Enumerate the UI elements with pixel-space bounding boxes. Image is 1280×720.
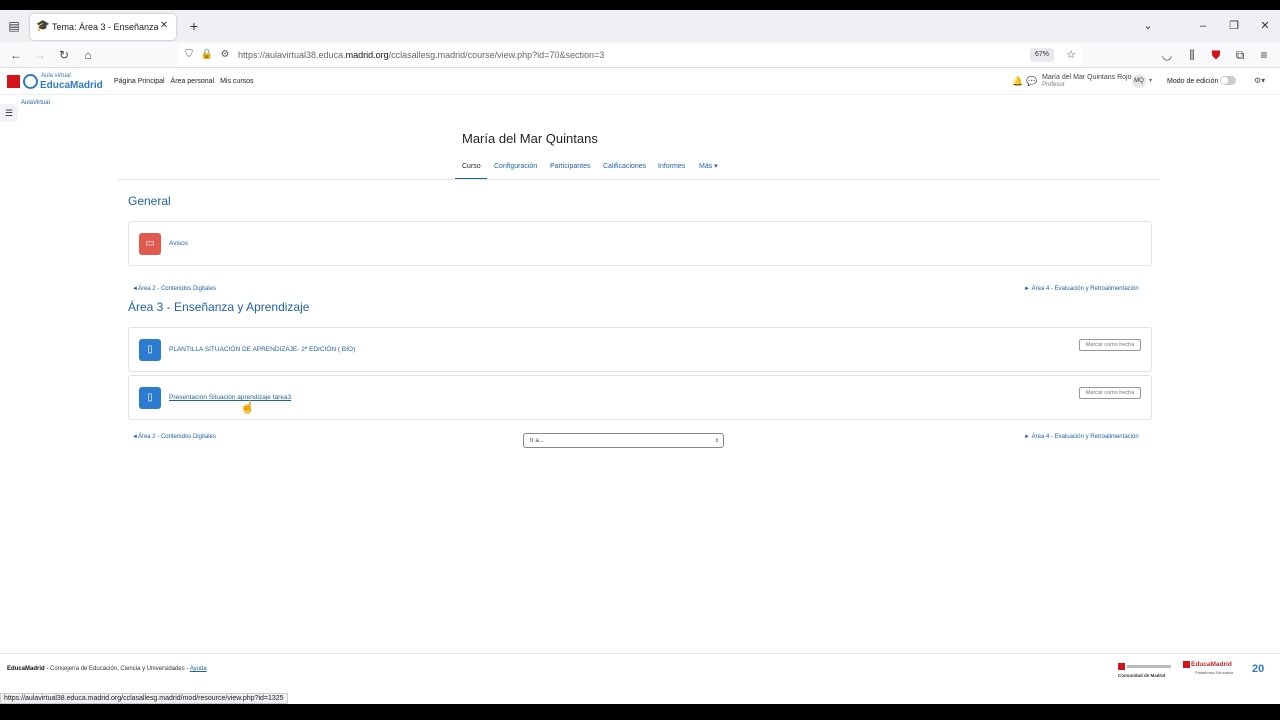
logo-decoration xyxy=(1127,665,1171,668)
educamadrid-logo[interactable]: Aula virtual EducaMadrid xyxy=(7,73,103,91)
library-icon[interactable]: ⫼ xyxy=(1183,46,1201,64)
close-window-icon[interactable]: ✕ xyxy=(1257,18,1273,34)
browser-toolbar: ← → ↻ ⌂ ⛉ 🔒 ⚙ https://aulavirtual38.educ… xyxy=(0,42,1280,68)
jump-to-select[interactable]: Ir a... ⇕ xyxy=(523,433,724,448)
educamadrid-footer-logo[interactable]: EducaMadrid Plataforma Educativa xyxy=(1183,661,1243,679)
activity-card-avisos: ▭ Avisos xyxy=(128,221,1152,266)
edit-mode-label: Modo de edición xyxy=(1167,78,1219,85)
activity-card: ▯ Presentación Situación aprendizaje tar… xyxy=(128,375,1152,420)
section-heading-area3[interactable]: Área 3 - Enseñanza y Aprendizaje xyxy=(128,300,309,315)
file-icon: ▯ xyxy=(139,387,161,409)
tab-calificaciones[interactable]: Calificaciones xyxy=(603,162,646,172)
footer-text: EducaMadrid - Consejería de Educación, C… xyxy=(7,666,207,672)
select-arrows-icon: ⇕ xyxy=(714,438,719,444)
tab-overflow-chevron-icon[interactable]: ⌄ xyxy=(1140,18,1156,34)
user-menu-chevron-icon[interactable]: ▾ xyxy=(1149,77,1152,84)
zoom-level-badge[interactable]: 67% xyxy=(1030,48,1054,62)
reload-icon[interactable]: ↻ xyxy=(55,46,73,64)
edit-mode-toggle[interactable] xyxy=(1220,76,1236,85)
tab-curso[interactable]: Curso xyxy=(462,162,481,172)
messages-icon[interactable]: 💬 xyxy=(1026,76,1037,86)
graduation-cap-icon: 🎓 xyxy=(36,20,50,32)
home-icon[interactable]: ⌂ xyxy=(79,46,97,64)
comunidad-madrid-mark-icon xyxy=(7,75,20,88)
close-tab-icon[interactable]: ✕ xyxy=(157,19,171,33)
new-tab-button[interactable]: + xyxy=(186,18,202,34)
page-title: María del Mar Quintans xyxy=(462,131,598,146)
help-link[interactable]: Ayuda xyxy=(190,666,207,672)
comunidad-madrid-logo[interactable]: Comunidad de Madrid xyxy=(1118,663,1174,679)
nav-mis-cursos[interactable]: Mis cursos xyxy=(220,78,253,85)
activity-link[interactable]: Avisos xyxy=(169,240,188,248)
notifications-bell-icon[interactable]: 🔔 xyxy=(1012,76,1023,86)
anniversary-logo: 20 xyxy=(1252,663,1265,675)
tabs-divider xyxy=(118,179,1160,180)
primary-navigation: Página Principal Área personal Mis curso… xyxy=(114,77,258,87)
shield-icon[interactable]: ⛉ xyxy=(182,48,196,62)
file-icon: ▯ xyxy=(139,339,161,361)
educamadrid-logo-text: EducaMadrid xyxy=(1191,661,1232,668)
pocket-icon[interactable]: ◡ xyxy=(1158,46,1176,64)
permissions-icon[interactable]: ⚙ xyxy=(218,48,232,62)
tab-configuracion[interactable]: Configuración xyxy=(494,162,537,172)
comunidad-madrid-flag-icon xyxy=(1118,663,1125,670)
user-name[interactable]: María del Mar Quintans Rojo xyxy=(1042,74,1131,82)
url-text: https://aulavirtual38.educa.madrid.org/c… xyxy=(238,50,605,60)
logo-big-text: EducaMadrid xyxy=(40,80,103,91)
prev-section-link[interactable]: ◄Área 2 - Contenidos Digitales xyxy=(132,285,216,293)
restore-icon[interactable]: ❐ xyxy=(1226,18,1242,34)
address-bar[interactable]: ⛉ 🔒 ⚙ https://aulavirtual38.educa.madrid… xyxy=(178,44,1082,66)
educamadrid-mark-icon xyxy=(1183,661,1190,668)
browser-tab[interactable]: 🎓 Tema: Área 3 - Enseñanza y Aprendizaje… xyxy=(30,14,176,40)
forum-icon: ▭ xyxy=(139,233,161,255)
next-section-link[interactable]: ► Área 4 - Evaluación y Retroalimentació… xyxy=(1024,433,1139,441)
activity-link[interactable]: PLANTILLA SITUACIÓN DE APRENDIZAJE- 2ª E… xyxy=(169,346,355,354)
next-section-link[interactable]: ► Área 4 - Evaluación y Retroalimentació… xyxy=(1024,285,1139,293)
nav-area-personal[interactable]: Área personal xyxy=(171,78,215,85)
jump-select-value: Ir a... xyxy=(530,438,544,444)
hand-cursor-icon: ☝ xyxy=(240,400,255,414)
extensions-icon[interactable]: ⧉ xyxy=(1231,46,1249,64)
hamburger-menu-icon[interactable]: ≡ xyxy=(1255,46,1273,64)
forward-icon[interactable]: → xyxy=(31,46,49,64)
user-settings-icon[interactable]: ⚙▾ xyxy=(1254,76,1265,85)
breadcrumb[interactable]: AulaVirtual xyxy=(21,100,50,106)
ublock-shield-icon[interactable]: ⛊ xyxy=(1207,46,1225,64)
tab-mas[interactable]: Más ▾ xyxy=(699,162,718,172)
section-heading-general[interactable]: General xyxy=(128,194,171,209)
screen: ▤ 🎓 Tema: Área 3 - Enseñanza y Aprendiza… xyxy=(0,0,1280,720)
educamadrid-circle-icon xyxy=(23,74,38,89)
tab-title: Tema: Área 3 - Enseñanza y Aprendizaje xyxy=(52,22,158,32)
activity-link[interactable]: Presentación Situación aprendizaje tarea… xyxy=(169,394,291,402)
minimize-icon[interactable]: – xyxy=(1195,18,1211,34)
avatar[interactable]: MQ xyxy=(1132,74,1146,88)
bookmark-star-icon[interactable]: ☆ xyxy=(1064,48,1078,62)
comunidad-madrid-logo-text: Comunidad de Madrid xyxy=(1118,673,1166,678)
tab-informes[interactable]: Informes xyxy=(658,162,685,172)
mark-done-button[interactable]: Marcar como hecha xyxy=(1079,339,1141,351)
tab-participantes[interactable]: Participantes xyxy=(550,162,590,172)
prev-section-link[interactable]: ◄Área 2 - Contenidos Digitales xyxy=(132,433,216,441)
logo-small-text: Aula virtual xyxy=(41,73,71,79)
course-index-drawer-icon[interactable]: ☰ xyxy=(0,104,18,122)
educamadrid-logo-subtitle: Plataforma Educativa xyxy=(1195,670,1234,675)
site-header: Aula virtual EducaMadrid Página Principa… xyxy=(0,68,1280,95)
mark-done-button[interactable]: Marcar como hecha xyxy=(1079,387,1141,399)
activity-card: ▯ PLANTILLA SITUACIÓN DE APRENDIZAJE- 2ª… xyxy=(128,327,1152,372)
tab-list-icon[interactable]: ▤ xyxy=(6,18,22,34)
nav-pagina-principal[interactable]: Página Principal xyxy=(114,78,165,85)
browser-tab-strip: ▤ 🎓 Tema: Área 3 - Enseñanza y Aprendiza… xyxy=(0,10,1280,42)
link-status-bar: https://aulavirtual38.educa.madrid.org/c… xyxy=(0,693,288,704)
user-role: Profesor xyxy=(1042,82,1065,88)
lock-icon[interactable]: 🔒 xyxy=(200,48,214,62)
back-icon[interactable]: ← xyxy=(7,46,25,64)
web-page: Aula virtual EducaMadrid Página Principa… xyxy=(0,68,1280,704)
